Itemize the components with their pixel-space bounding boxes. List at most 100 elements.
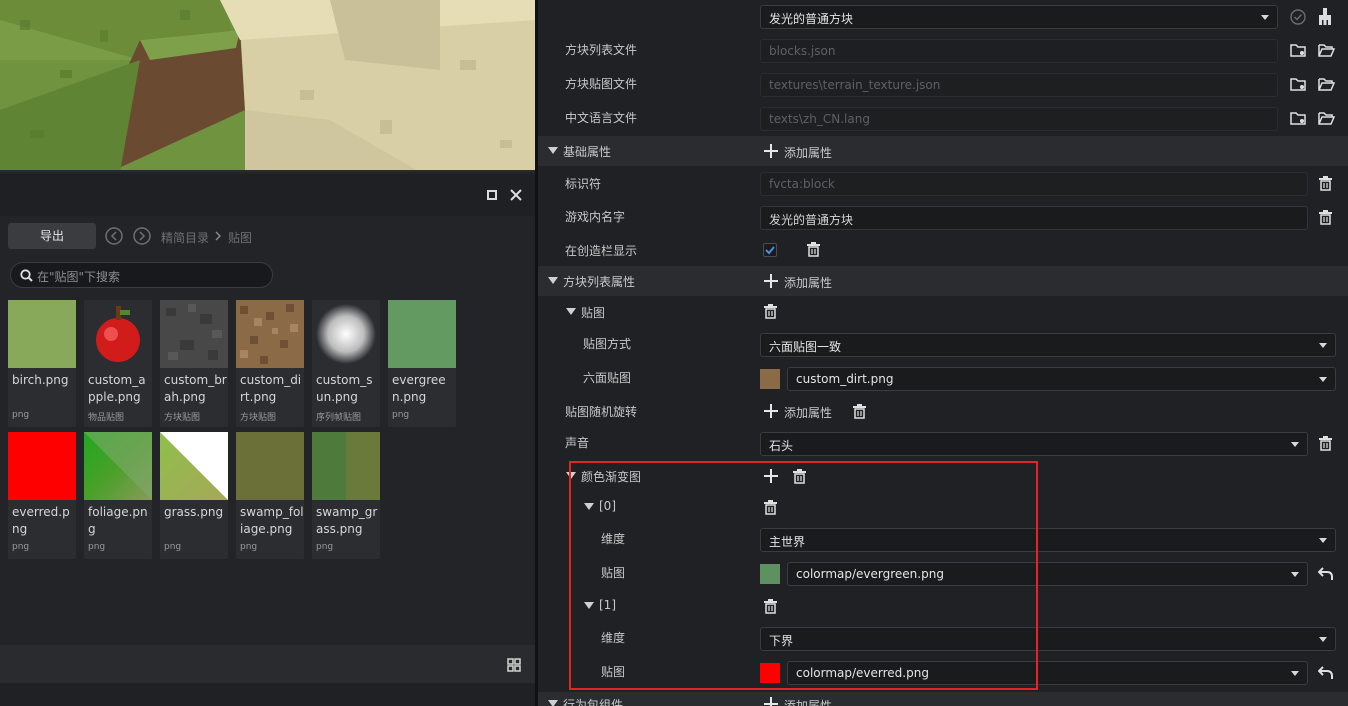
asset-name: custom_brah.png — [164, 373, 227, 404]
trash-icon[interactable] — [853, 404, 866, 419]
foliage-thumbnail — [84, 432, 152, 500]
grass-thumbnail — [160, 432, 228, 500]
asset-tile-swamp-foliage[interactable]: swamp_foliage.png png — [236, 432, 304, 559]
search-placeholder: 在"贴图"下搜索 — [37, 270, 121, 284]
brush-icon[interactable] — [1317, 8, 1333, 26]
block-select[interactable]: 发光的普通方块 — [760, 5, 1278, 29]
add-property-button[interactable]: 添加属性 — [784, 697, 832, 706]
section-basic[interactable] — [538, 136, 1348, 166]
add-property-button[interactable]: 添加属性 — [784, 144, 832, 161]
chevron-down-icon — [1291, 442, 1299, 447]
asset-name: swamp_grass.png — [316, 505, 378, 536]
close-icon[interactable] — [510, 189, 522, 201]
block-select-value: 发光的普通方块 — [769, 12, 854, 26]
chevron-down-icon — [1319, 343, 1327, 348]
evergreen-thumbnail — [388, 300, 456, 368]
section-blocklist[interactable] — [538, 266, 1348, 296]
asset-tile-swamp-grass[interactable]: swamp_grass.png png — [312, 432, 380, 559]
terrain-file-field[interactable]: textures\terrain_texture.json — [760, 73, 1278, 97]
open-folder-icon[interactable] — [1318, 111, 1336, 126]
asset-tag: png — [240, 542, 258, 552]
everred-thumbnail — [8, 432, 76, 500]
trash-icon[interactable] — [764, 304, 777, 319]
collapse-arrow-icon[interactable] — [548, 277, 558, 284]
export-button[interactable]: 导出 — [8, 223, 96, 249]
asset-tag: 方块贴图 — [164, 413, 201, 423]
asset-panel-header — [0, 174, 535, 216]
trash-icon[interactable] — [1319, 210, 1332, 225]
blocks-file-label: 方块列表文件 — [565, 43, 638, 57]
six-face-value: custom_dirt.png — [796, 372, 894, 386]
locate-folder-icon[interactable] — [1290, 43, 1308, 58]
grid-view-icon[interactable] — [507, 658, 521, 672]
forward-icon[interactable] — [133, 227, 151, 245]
check-circle-icon[interactable] — [1290, 9, 1306, 25]
asset-tile-custom-brah[interactable]: custom_brah.png 方块贴图 — [160, 300, 228, 427]
search-input[interactable]: 在"贴图"下搜索 — [10, 262, 273, 288]
identifier-field[interactable]: fvcta:block — [760, 172, 1308, 196]
asset-tag: png — [12, 410, 30, 420]
asset-tile-custom-apple[interactable]: custom_apple.png 物品贴图 — [84, 300, 152, 427]
blocks-file-field[interactable]: blocks.json — [760, 39, 1278, 63]
asset-tag: 方块贴图 — [240, 413, 277, 423]
back-icon[interactable] — [105, 227, 123, 245]
asset-tag: 序列帧贴图 — [316, 413, 362, 423]
game-viewport[interactable] — [0, 0, 535, 172]
asset-name: birch.png — [12, 373, 69, 387]
asset-tile-grass[interactable]: grass.png png — [160, 432, 228, 559]
asset-name: grass.png — [164, 505, 224, 519]
add-property-button[interactable]: 添加属性 — [784, 274, 832, 291]
asset-tag: png — [12, 542, 30, 552]
asset-tile-custom-sun[interactable]: custom_sun.png 序列帧贴图 — [312, 300, 380, 427]
open-folder-icon[interactable] — [1318, 43, 1336, 58]
asset-name: swamp_foliage.png — [240, 505, 304, 536]
chevron-down-icon — [1291, 671, 1299, 676]
trash-icon[interactable] — [1319, 176, 1332, 191]
undo-icon[interactable] — [1318, 666, 1334, 680]
section-behavior-title: 行为包组件 — [563, 698, 624, 706]
trash-icon[interactable] — [807, 242, 820, 257]
texture-mode-label: 贴图方式 — [583, 337, 632, 351]
breadcrumb-root[interactable]: 精简目录 — [161, 229, 209, 246]
asset-tile-birch[interactable]: birch.png png — [8, 300, 76, 427]
undo-icon[interactable] — [1318, 567, 1334, 581]
asset-name: everred.png — [12, 505, 70, 536]
trash-icon[interactable] — [1319, 436, 1332, 451]
collapse-arrow-icon[interactable] — [548, 700, 558, 706]
add-property-icon[interactable] — [764, 144, 778, 158]
add-property-icon[interactable] — [764, 274, 778, 288]
collapse-arrow-icon[interactable] — [548, 147, 558, 154]
ingame-name-field[interactable]: 发光的普通方块 — [760, 206, 1308, 230]
chevron-down-icon — [1291, 572, 1299, 577]
lang-file-field[interactable]: texts\zh_CN.lang — [760, 107, 1278, 131]
asset-tile-custom-dirt[interactable]: custom_dirt.png 方块贴图 — [236, 300, 304, 427]
swamp-grass-thumbnail — [312, 432, 380, 500]
chevron-down-icon — [1319, 637, 1327, 642]
asset-tag: png — [392, 410, 410, 420]
section-behavior[interactable]: 行为包组件 添加属性 — [538, 692, 1348, 706]
locate-folder-icon[interactable] — [1290, 77, 1308, 92]
add-property-icon[interactable] — [764, 404, 778, 418]
maximize-icon[interactable] — [487, 190, 497, 200]
identifier-label: 标识符 — [565, 177, 602, 191]
collapse-arrow-icon[interactable] — [566, 308, 576, 315]
add-property-icon[interactable] — [764, 697, 778, 706]
six-face-select[interactable]: custom_dirt.png — [787, 367, 1336, 391]
asset-tile-everred[interactable]: everred.png png — [8, 432, 76, 559]
texture-mode-select[interactable]: 六面贴图一致 — [760, 333, 1336, 357]
check-icon — [765, 246, 775, 255]
asset-tile-evergreen[interactable]: evergreen.png png — [388, 300, 456, 427]
section-blocklist-title: 方块列表属性 — [563, 275, 636, 289]
sound-value: 石头 — [769, 439, 794, 453]
add-property-button[interactable]: 添加属性 — [784, 404, 832, 421]
brah-thumbnail — [160, 300, 228, 368]
creative-label: 在创造栏显示 — [565, 244, 638, 258]
texture-group-label: 贴图 — [581, 306, 606, 320]
asset-tile-foliage[interactable]: foliage.png png — [84, 432, 152, 559]
random-rotate-label: 贴图随机旋转 — [565, 405, 638, 419]
locate-folder-icon[interactable] — [1290, 111, 1308, 126]
asset-tag: png — [316, 542, 334, 552]
creative-checkbox[interactable] — [763, 243, 777, 257]
sound-select[interactable]: 石头 — [760, 432, 1308, 456]
open-folder-icon[interactable] — [1318, 77, 1336, 92]
